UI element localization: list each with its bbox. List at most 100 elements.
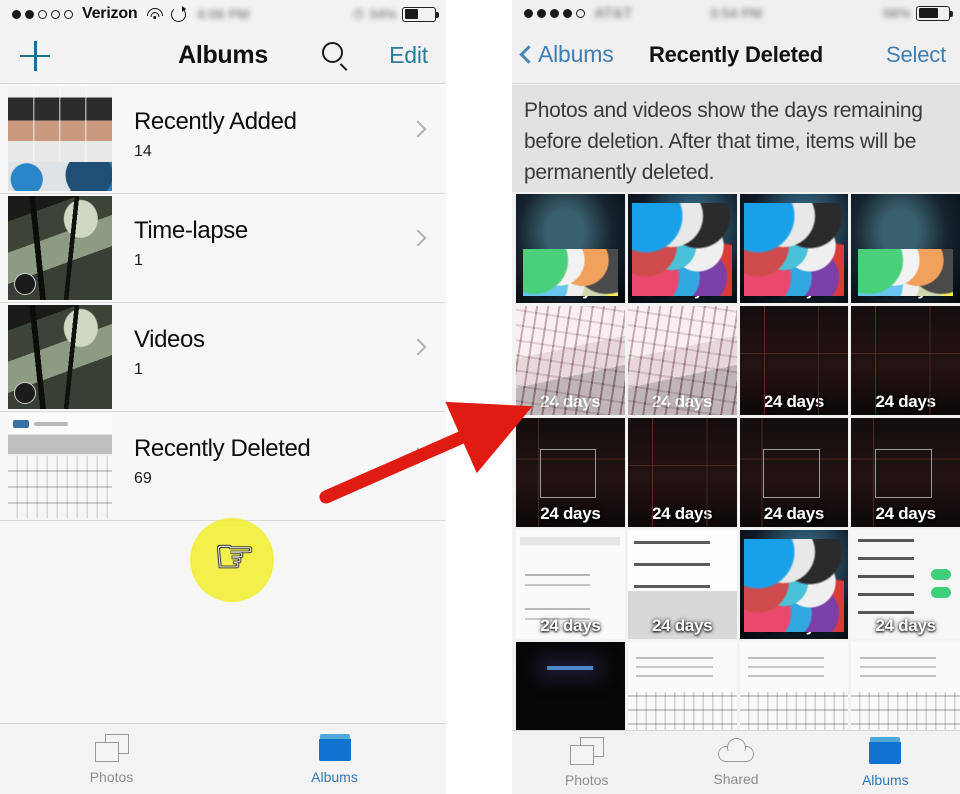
tab-shared[interactable]: Shared (661, 731, 810, 794)
days-remaining-label: 24 days (651, 616, 713, 635)
chevron-left-icon (519, 45, 538, 64)
battery-percent-label: 34% (368, 6, 397, 22)
right-phone-screen: AT&T 3:54 PM 56% Albums Recently Deleted… (512, 0, 960, 794)
photo-cell[interactable]: 24 days (627, 306, 737, 415)
album-count: 69 (134, 470, 152, 487)
page-title: Recently Deleted (648, 41, 824, 67)
carrier-label: AT&T (594, 4, 633, 22)
days-remaining-label: 24 days (763, 616, 825, 635)
pointing-hand-cursor: ☞ (214, 530, 256, 582)
album-name: Time-lapse (134, 217, 248, 244)
photo-cell[interactable]: 24 days (516, 530, 625, 639)
status-right-group: ⏱ 34% (353, 5, 439, 23)
photo-cell[interactable]: 26 days (516, 194, 625, 303)
album-count: 1 (134, 361, 143, 378)
album-row-recently-added[interactable]: Recently Added 14 (0, 85, 446, 193)
select-button[interactable]: Select (886, 42, 946, 68)
album-name: Recently Deleted (134, 435, 311, 462)
battery-icon (402, 6, 439, 22)
banner-text: Photos and videos show the days remainin… (524, 99, 923, 184)
photo-cell[interactable]: 26 days (739, 194, 849, 303)
back-button[interactable]: Albums (519, 41, 614, 68)
chevron-right-icon (409, 338, 427, 356)
album-row-videos[interactable]: Videos 1 (0, 303, 446, 411)
album-name: Videos (134, 326, 205, 353)
signal-strength-icon (524, 8, 585, 18)
photo-cell[interactable]: 24 days (739, 306, 849, 415)
left-status-bar: Verizon 4:06 PM ⏱ 34% (0, 0, 446, 28)
album-thumbnail (8, 305, 112, 409)
days-remaining-label: 24 days (540, 504, 601, 523)
wifi-icon (146, 7, 163, 21)
left-phone-screen: Verizon 4:06 PM ⏱ 34% Albums Edit Recent… (0, 0, 446, 794)
photo-grid-row: 24 days 24 days 24 days 24 days (516, 306, 960, 415)
tab-albums[interactable]: Albums (811, 731, 960, 794)
carrier-label: Verizon (82, 5, 138, 22)
days-remaining-label: 24 days (875, 616, 936, 635)
days-remaining-label: 26 days (540, 280, 601, 299)
signal-strength-icon (12, 9, 73, 19)
photo-cell[interactable]: 24 days (851, 530, 960, 639)
days-remaining-label: 24 days (540, 616, 601, 635)
alarm-icon: ⏱ (353, 5, 364, 22)
photo-cell[interactable]: 24 days (516, 306, 625, 415)
album-count: 1 (134, 252, 143, 269)
tab-label: Photos (89, 768, 134, 785)
page-title: Albums (178, 41, 268, 69)
photo-grid-row: 24 days 24 days 24 days 24 days (516, 418, 960, 527)
photos-icon (569, 737, 604, 765)
photo-cell[interactable]: 24 days (516, 418, 625, 527)
days-remaining-label: 24 days (651, 504, 713, 523)
photo-grid[interactable]: 26 days 26 days 26 days 26 days 24 days 24 da… (516, 194, 960, 754)
days-remaining-label: 24 days (763, 392, 825, 411)
days-remaining-label: 26 days (763, 280, 825, 299)
tab-label: Shared (713, 771, 759, 787)
album-thumbnail (8, 196, 112, 300)
sync-icon (170, 5, 186, 22)
photo-cell[interactable]: 24 days (739, 418, 849, 527)
album-thumbnail (8, 87, 112, 191)
battery-percent-label: 56% (882, 5, 911, 21)
days-remaining-label: 24 days (763, 504, 825, 523)
album-row-recently-deleted[interactable]: Recently Deleted 69 (0, 412, 446, 520)
tab-label: Photos (564, 772, 609, 788)
tab-label: Albums (311, 768, 358, 785)
info-banner: Photos and videos show the days remainin… (512, 85, 960, 192)
edit-button[interactable]: Edit (389, 42, 428, 69)
back-label: Albums (538, 41, 614, 67)
photo-cell[interactable]: 26 days (627, 194, 737, 303)
left-nav-bar: Albums Edit (0, 28, 446, 84)
albums-icon (318, 733, 352, 762)
photo-grid-row: 24 days 24 days 24 days 24 days (516, 530, 960, 639)
tab-albums[interactable]: Albums (223, 724, 446, 794)
battery-icon (916, 5, 953, 21)
photo-cell[interactable]: 24 days (851, 418, 960, 527)
album-name: Recently Added (134, 108, 297, 135)
photo-cell[interactable]: 24 days (851, 306, 960, 415)
days-remaining-label: 26 days (651, 280, 713, 299)
cloud-icon (717, 738, 754, 764)
days-remaining-label: 24 days (875, 504, 936, 523)
photo-cell[interactable]: 24 days (739, 530, 849, 639)
album-row-time-lapse[interactable]: Time-lapse 1 (0, 194, 446, 302)
status-right-group: 56% (882, 5, 953, 21)
status-time: 4:06 PM (196, 6, 250, 22)
status-time: 3:54 PM (709, 5, 763, 21)
right-tab-bar[interactable]: Photos Shared Albums (512, 730, 960, 794)
days-remaining-label: 24 days (651, 392, 713, 411)
chevron-right-icon (409, 120, 427, 138)
left-tab-bar[interactable]: Photos Albums (0, 723, 446, 794)
days-remaining-label: 26 days (875, 280, 936, 299)
album-list[interactable]: Recently Added 14 Time-lapse 1 Videos 1 (0, 85, 446, 723)
photo-cell[interactable]: 24 days (627, 530, 737, 639)
plus-icon[interactable] (20, 40, 50, 71)
chevron-right-icon (409, 229, 427, 247)
tab-photos[interactable]: Photos (0, 724, 223, 794)
photo-cell[interactable]: 24 days (627, 418, 737, 527)
right-status-bar: AT&T 3:54 PM 56% (512, 0, 960, 26)
search-icon[interactable] (322, 41, 350, 72)
tab-photos[interactable]: Photos (512, 731, 661, 794)
photos-icon (94, 733, 129, 762)
photo-cell[interactable]: 26 days (851, 194, 960, 303)
albums-icon (868, 737, 902, 765)
